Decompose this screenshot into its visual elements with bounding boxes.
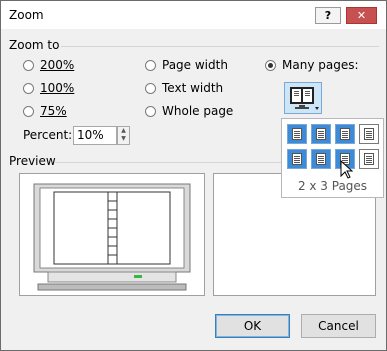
page-icon: [316, 128, 326, 140]
help-icon: ?: [324, 9, 332, 22]
radio-100[interactable]: 100%: [23, 81, 74, 95]
page-icon: [292, 153, 302, 165]
radio-75-label: 75%: [40, 104, 67, 118]
radio-200-label: 200%: [40, 58, 75, 72]
radio-many-pages-label: Many pages:: [282, 58, 359, 72]
radio-100-label: 100%: [40, 81, 75, 95]
radio-text-width-circle[interactable]: [145, 82, 156, 94]
radio-text-width[interactable]: Text width: [145, 81, 223, 95]
page-icon: [364, 153, 374, 165]
radio-many-pages[interactable]: Many pages:: [265, 58, 359, 72]
monitor-icon: [33, 183, 191, 291]
page-icon: [340, 128, 350, 140]
title-bar: Zoom ? ✕: [1, 1, 386, 29]
radio-page-width-label: Page width: [162, 58, 228, 72]
spin-down-icon[interactable]: ▼: [118, 135, 129, 143]
zoom-to-label: Zoom to: [9, 38, 60, 52]
zoom-dialog: Zoom ? ✕ Zoom to 200% 100% 75% Page widt…: [0, 0, 387, 351]
cursor-icon: [340, 160, 354, 179]
preview-divider: [55, 162, 281, 163]
grid-cell[interactable]: [335, 124, 355, 144]
radio-75[interactable]: 75%: [23, 104, 67, 118]
zoom-to-divider: [61, 46, 379, 47]
grid-cell[interactable]: [287, 149, 307, 169]
radio-text-width-label: Text width: [162, 81, 224, 95]
many-pages-button[interactable]: [284, 82, 322, 114]
window-title: Zoom: [9, 8, 44, 22]
many-pages-icon: [290, 87, 319, 110]
spin-up-icon[interactable]: ▲: [118, 127, 129, 135]
page-icon: [292, 128, 302, 140]
radio-page-width[interactable]: Page width: [145, 58, 228, 72]
radio-200[interactable]: 200%: [23, 58, 74, 72]
radio-100-circle[interactable]: [23, 82, 34, 94]
radio-200-circle[interactable]: [23, 59, 34, 71]
radio-many-pages-circle[interactable]: [265, 59, 276, 71]
percent-spinner[interactable]: ▲ ▼: [117, 126, 130, 145]
grid-cell[interactable]: [359, 149, 379, 169]
page-icon: [316, 153, 326, 165]
many-pages-selection-label: 2 x 3 Pages: [297, 179, 368, 193]
radio-whole-page[interactable]: Whole page: [145, 104, 233, 118]
cancel-button[interactable]: Cancel: [301, 314, 376, 338]
grid-cell[interactable]: [287, 124, 307, 144]
radio-page-width-circle[interactable]: [145, 59, 156, 71]
page-icon: [364, 128, 374, 140]
radio-whole-page-label: Whole page: [162, 104, 234, 118]
grid-cell[interactable]: [311, 124, 331, 144]
percent-label: Percent:: [23, 128, 73, 142]
radio-whole-page-circle[interactable]: [145, 105, 156, 117]
ok-button[interactable]: OK: [215, 314, 290, 338]
grid-cell[interactable]: [359, 124, 379, 144]
radio-75-circle[interactable]: [23, 105, 34, 117]
percent-input[interactable]: 10%: [73, 126, 117, 145]
close-button[interactable]: ✕: [346, 7, 377, 24]
preview-label: Preview: [9, 154, 56, 168]
preview-monitor-panel: [19, 173, 205, 296]
many-pages-popup: 2 x 3 Pages: [281, 118, 384, 198]
close-icon: ✕: [356, 9, 367, 22]
grid-cell[interactable]: [311, 149, 331, 169]
help-button[interactable]: ?: [315, 7, 341, 24]
